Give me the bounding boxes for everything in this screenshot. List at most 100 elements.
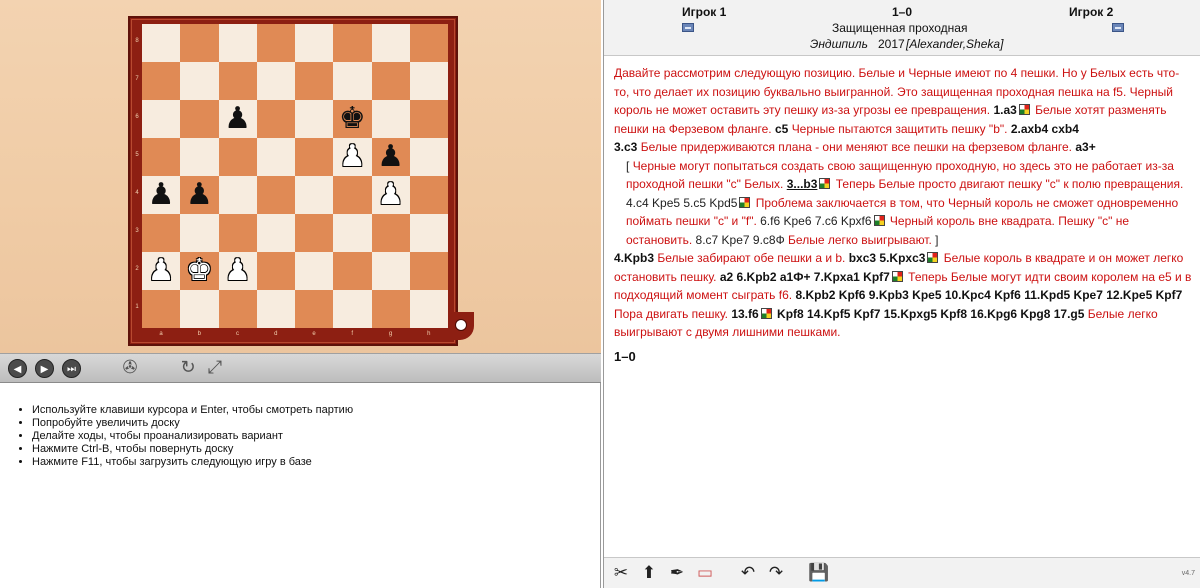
square-d7[interactable] [256, 62, 295, 100]
next-move-button[interactable]: ▶ [35, 359, 54, 378]
square-b5[interactable] [180, 138, 219, 176]
square-g4[interactable]: ♟ [371, 176, 410, 214]
square-f3[interactable] [333, 214, 372, 252]
square-d2[interactable] [256, 252, 295, 290]
black-king-icon[interactable]: ♚ [339, 104, 366, 134]
diagram-icon[interactable] [891, 270, 903, 282]
white-pawn-icon[interactable]: ♟ [224, 256, 251, 286]
diagram-icon[interactable] [739, 196, 751, 208]
eraser-icon[interactable]: ▭ [694, 562, 716, 584]
last-move-button[interactable]: ⏭ [62, 359, 81, 378]
black-pawn-icon[interactable]: ♟ [377, 142, 404, 172]
move[interactable]: 3...b3 [787, 177, 818, 191]
move[interactable]: c5 [775, 122, 788, 136]
square-e3[interactable] [295, 214, 334, 252]
square-d1[interactable] [256, 290, 295, 328]
square-c3[interactable] [218, 214, 257, 252]
square-b2[interactable]: ♚ [180, 252, 219, 290]
square-e4[interactable] [295, 176, 334, 214]
square-h5[interactable] [409, 138, 448, 176]
square-h2[interactable] [409, 252, 448, 290]
variation-moves[interactable]: 8.c7 Kpe7 9.c8Ф [696, 233, 785, 247]
square-f4[interactable] [333, 176, 372, 214]
square-e1[interactable] [295, 290, 334, 328]
square-h8[interactable] [409, 24, 448, 62]
diagram-icon[interactable] [760, 307, 772, 319]
square-a5[interactable] [142, 138, 181, 176]
square-h3[interactable] [409, 214, 448, 252]
square-e8[interactable] [295, 24, 334, 62]
square-e6[interactable] [295, 100, 334, 138]
square-h6[interactable] [409, 100, 448, 138]
square-g8[interactable] [371, 24, 410, 62]
fullscreen-icon[interactable]: ⤢ [204, 357, 226, 379]
cut-variation-icon[interactable]: ✂ [610, 562, 632, 584]
move[interactable]: 8.Kpb2 Kpf6 9.Kpb3 Kpe5 10.Kpc4 Kpf6 11.… [795, 288, 1182, 302]
side-to-move-indicator[interactable] [455, 319, 467, 331]
move[interactable]: 13.f6 [731, 307, 758, 321]
square-b7[interactable] [180, 62, 219, 100]
move[interactable]: 2.axb4 [1011, 122, 1048, 136]
square-f8[interactable] [333, 24, 372, 62]
white-pawn-icon[interactable]: ♟ [377, 180, 404, 210]
square-f5[interactable]: ♟ [333, 138, 372, 176]
square-b3[interactable] [180, 214, 219, 252]
redo-icon[interactable]: ↷ [765, 562, 787, 584]
save-icon[interactable]: 💾 [808, 562, 830, 584]
square-d5[interactable] [256, 138, 295, 176]
square-a8[interactable] [142, 24, 181, 62]
diagram-icon[interactable] [819, 178, 831, 189]
square-d3[interactable] [256, 214, 295, 252]
square-f6[interactable]: ♚ [333, 100, 372, 138]
square-c5[interactable] [218, 138, 257, 176]
pen-icon[interactable]: ✒ [666, 562, 688, 584]
square-g6[interactable] [371, 100, 410, 138]
chess-board[interactable]: ♟ ♚ ♟ ♟ ♟ ♟ ♟ ♟ ♚ ♟ [142, 24, 448, 328]
square-g2[interactable] [371, 252, 410, 290]
square-b4[interactable]: ♟ [180, 176, 219, 214]
square-h7[interactable] [409, 62, 448, 100]
move[interactable]: a2 6.Kpb2 a1Ф+ 7.Kpxa1 Kpf7 [720, 270, 890, 284]
square-d6[interactable] [256, 100, 295, 138]
square-e7[interactable] [295, 62, 334, 100]
square-c1[interactable] [218, 290, 257, 328]
black-pawn-icon[interactable]: ♟ [186, 180, 213, 210]
square-f1[interactable] [333, 290, 372, 328]
diagram-icon[interactable] [1018, 104, 1030, 115]
variation-moves[interactable]: 6.f6 Kpe6 7.c6 Kpxf6 [760, 214, 871, 228]
square-a1[interactable] [142, 290, 181, 328]
white-pawn-icon[interactable]: ♟ [339, 142, 366, 172]
move[interactable]: 3.c3 [614, 140, 637, 154]
square-h4[interactable] [409, 176, 448, 214]
square-c8[interactable] [218, 24, 257, 62]
square-f7[interactable] [333, 62, 372, 100]
black-pawn-icon[interactable]: ♟ [224, 104, 251, 134]
square-c6[interactable]: ♟ [218, 100, 257, 138]
variation-moves[interactable]: 4.c4 Kpe5 5.c5 Kpd5 [626, 196, 737, 210]
square-a7[interactable] [142, 62, 181, 100]
square-c2[interactable]: ♟ [218, 252, 257, 290]
square-g1[interactable] [371, 290, 410, 328]
move[interactable]: bxc3 [849, 251, 876, 265]
engine-icon[interactable]: ✇ [119, 357, 141, 379]
square-g7[interactable] [371, 62, 410, 100]
square-h1[interactable] [409, 290, 448, 328]
square-e5[interactable] [295, 138, 334, 176]
undo-icon[interactable]: ↶ [737, 562, 759, 584]
square-a3[interactable] [142, 214, 181, 252]
square-b8[interactable] [180, 24, 219, 62]
square-g5[interactable]: ♟ [371, 138, 410, 176]
square-d4[interactable] [256, 176, 295, 214]
diagram-icon[interactable] [873, 215, 885, 226]
square-c7[interactable] [218, 62, 257, 100]
move[interactable]: 1.a3 [993, 103, 1016, 117]
white-player-name[interactable]: Игрок 1 [682, 5, 726, 19]
flip-board-icon[interactable]: ↻ [177, 357, 199, 379]
move[interactable]: Kpf8 14.Kpf5 Kpf7 15.Kpxg5 Kpf8 16.Kpg6 … [777, 307, 1084, 321]
square-b6[interactable] [180, 100, 219, 138]
square-a4[interactable]: ♟ [142, 176, 181, 214]
square-f2[interactable] [333, 252, 372, 290]
square-a6[interactable] [142, 100, 181, 138]
white-pawn-icon[interactable]: ♟ [148, 256, 175, 286]
previous-move-button[interactable]: ◀ [8, 359, 27, 378]
